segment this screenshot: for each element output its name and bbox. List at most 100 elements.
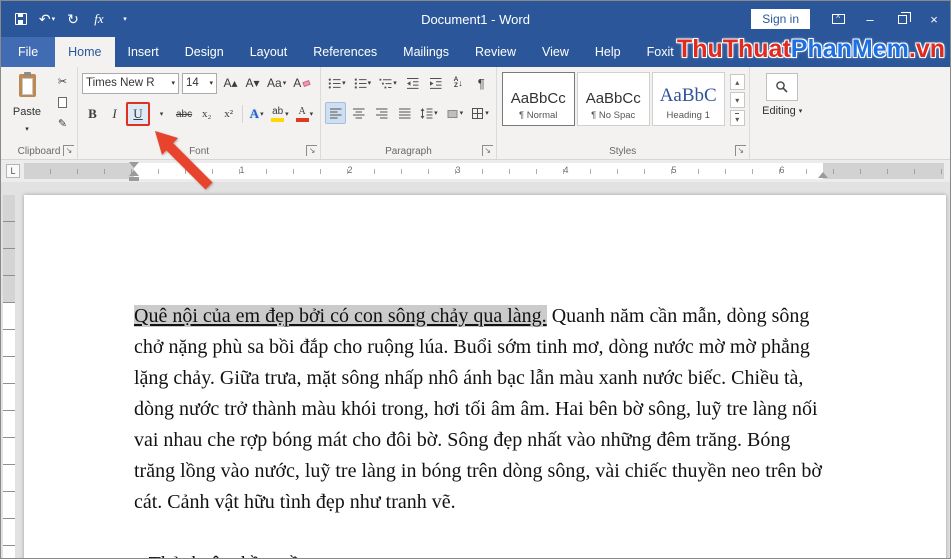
minimize-button[interactable]: – bbox=[854, 1, 886, 37]
styles-scroll-down-button[interactable]: ▾ bbox=[729, 92, 745, 108]
chevron-down-icon: ▾ bbox=[159, 110, 164, 118]
shading-icon bbox=[447, 109, 458, 118]
font-dialog-launcher[interactable]: ↘ bbox=[306, 145, 318, 156]
style-preview: AaBbCc bbox=[585, 90, 641, 107]
document-page[interactable]: Quê nội của em đẹp bởi có con sông chảy … bbox=[24, 195, 946, 558]
styles-more-button[interactable]: ▾ bbox=[729, 110, 745, 126]
find-button[interactable] bbox=[766, 73, 799, 101]
left-indent-marker[interactable] bbox=[129, 177, 139, 181]
shrink-font-button[interactable]: A▾ bbox=[242, 72, 263, 94]
multilevel-list-button[interactable]: ▾ bbox=[376, 72, 400, 94]
clear-formatting-button[interactable]: A bbox=[290, 72, 313, 94]
align-left-icon bbox=[330, 108, 342, 118]
show-formatting-marks-button[interactable]: ¶ bbox=[471, 72, 492, 94]
sort-button[interactable]: A Z ↓ bbox=[448, 72, 469, 94]
tab-layout[interactable]: Layout bbox=[237, 37, 301, 67]
tab-home[interactable]: Home bbox=[55, 37, 115, 67]
tab-review[interactable]: Review bbox=[462, 37, 529, 67]
ruler-number: 6 bbox=[779, 165, 785, 175]
increase-indent-button[interactable] bbox=[425, 72, 446, 94]
paragraph-group: ▾ ▾ ▾ A Z ↓ ¶ ▾ ▾ ▾ Paragraph ↘ bbox=[320, 67, 496, 159]
vertical-ruler[interactable] bbox=[3, 195, 15, 558]
grow-font-icon: A▴ bbox=[223, 76, 238, 90]
tab-references[interactable]: References bbox=[300, 37, 390, 67]
ruler-bar: L 1 2 3 4 5 6 bbox=[1, 160, 950, 182]
strikethrough-button[interactable]: abc bbox=[173, 103, 195, 125]
undo-icon: ↶ bbox=[38, 10, 51, 27]
right-indent-marker[interactable] bbox=[818, 167, 828, 178]
hanging-indent-marker[interactable] bbox=[129, 165, 139, 176]
align-left-button[interactable] bbox=[325, 102, 347, 124]
change-case-button[interactable]: Aa ▾ bbox=[264, 72, 289, 94]
line-spacing-icon bbox=[420, 107, 433, 119]
undo-button[interactable]: ↶ ▾ bbox=[35, 6, 59, 32]
redo-button[interactable]: ↻ bbox=[61, 6, 85, 32]
ribbon: Paste ▾ ✂ ✎ Clipboard ↘ Times New R ▾ 14 ▾… bbox=[1, 67, 950, 160]
format-painter-button[interactable]: ✎ bbox=[52, 115, 73, 132]
ruler-number: 2 bbox=[347, 165, 353, 175]
bullets-button[interactable]: ▾ bbox=[325, 72, 349, 94]
font-color-button[interactable]: A ▾ bbox=[293, 103, 317, 125]
eraser-icon bbox=[302, 79, 311, 87]
font-name-select[interactable]: Times New R ▾ bbox=[82, 72, 179, 94]
style-normal[interactable]: AaBbCc ¶ Normal bbox=[501, 72, 575, 126]
paste-button[interactable]: Paste ▾ bbox=[5, 71, 49, 135]
subscript-button[interactable]: x₂ bbox=[196, 103, 217, 125]
tab-stop-selector[interactable]: L bbox=[6, 164, 20, 178]
line-spacing-button[interactable]: ▾ bbox=[417, 102, 441, 124]
clipboard-dialog-launcher[interactable]: ↘ bbox=[63, 145, 74, 156]
shading-button[interactable]: ▾ bbox=[443, 102, 467, 124]
tab-file[interactable]: File bbox=[1, 37, 56, 67]
italic-button[interactable]: I bbox=[104, 103, 125, 125]
text-effects-button[interactable]: A ▾ bbox=[246, 103, 267, 125]
text-effects-icon: A bbox=[249, 106, 260, 121]
style-no-spacing[interactable]: AaBbCc ¶ No Spac bbox=[576, 72, 650, 126]
save-button[interactable] bbox=[9, 6, 33, 32]
watermark-part1: ThuThuat bbox=[676, 35, 791, 63]
paragraph-dialog-launcher[interactable]: ↘ bbox=[481, 145, 493, 156]
font-size-select[interactable]: 14 ▾ bbox=[182, 72, 217, 94]
italic-label: I bbox=[112, 106, 117, 121]
align-center-button[interactable] bbox=[348, 102, 369, 124]
ruler-number: 4 bbox=[563, 165, 569, 175]
borders-button[interactable]: ▾ bbox=[468, 102, 492, 124]
strikethrough-label: abc bbox=[176, 108, 193, 120]
editing-group: Editing ▾ bbox=[748, 67, 815, 159]
editing-menu-button[interactable]: Editing ▾ bbox=[762, 105, 802, 117]
chevron-down-icon: ▾ bbox=[51, 15, 56, 23]
underline-button[interactable]: U bbox=[126, 102, 150, 126]
ribbon-display-options-button[interactable]: ^ bbox=[822, 1, 854, 37]
align-right-button[interactable] bbox=[371, 102, 392, 124]
tab-design[interactable]: Design bbox=[172, 37, 237, 67]
justify-icon bbox=[399, 108, 411, 118]
close-button[interactable]: × bbox=[918, 1, 950, 37]
clipboard-group: Paste ▾ ✂ ✎ Clipboard ↘ bbox=[1, 67, 77, 159]
styles-dialog-launcher[interactable]: ↘ bbox=[734, 145, 746, 156]
numbering-button[interactable]: ▾ bbox=[351, 72, 375, 94]
font-name-value: Times New R bbox=[86, 77, 155, 89]
tab-insert[interactable]: Insert bbox=[115, 37, 172, 67]
cut-button[interactable]: ✂ bbox=[52, 73, 73, 90]
decrease-indent-button[interactable] bbox=[402, 72, 423, 94]
paragraph-group-label: Paragraph bbox=[385, 146, 432, 157]
tab-mailings[interactable]: Mailings bbox=[390, 37, 462, 67]
superscript-button[interactable]: x² bbox=[218, 103, 239, 125]
bold-button[interactable]: B bbox=[82, 103, 103, 125]
styles-scroll-up-button[interactable]: ▴ bbox=[729, 74, 745, 90]
highlight-color-button[interactable]: ab ▾ bbox=[268, 103, 292, 125]
justify-button[interactable] bbox=[394, 102, 415, 124]
clear-formatting-letter: A bbox=[293, 76, 302, 90]
sign-in-button[interactable]: Sign in bbox=[751, 9, 810, 29]
underline-options-button[interactable]: ▾ bbox=[151, 103, 172, 125]
style-heading-1[interactable]: AaBbC Heading 1 bbox=[651, 72, 725, 126]
tab-help[interactable]: Help bbox=[582, 37, 634, 67]
grow-font-button[interactable]: A▴ bbox=[220, 72, 241, 94]
fx-button[interactable]: fx bbox=[87, 6, 111, 32]
borders-icon bbox=[472, 107, 484, 119]
copy-button[interactable] bbox=[52, 94, 73, 111]
restore-button[interactable] bbox=[886, 1, 918, 37]
tab-view[interactable]: View bbox=[529, 37, 582, 67]
document-text[interactable]: Quê nội của em đẹp bởi có con sông chảy … bbox=[134, 301, 826, 558]
qat-customize-button[interactable]: ▾ bbox=[113, 6, 137, 32]
scissors-icon: ✂ bbox=[57, 76, 68, 88]
